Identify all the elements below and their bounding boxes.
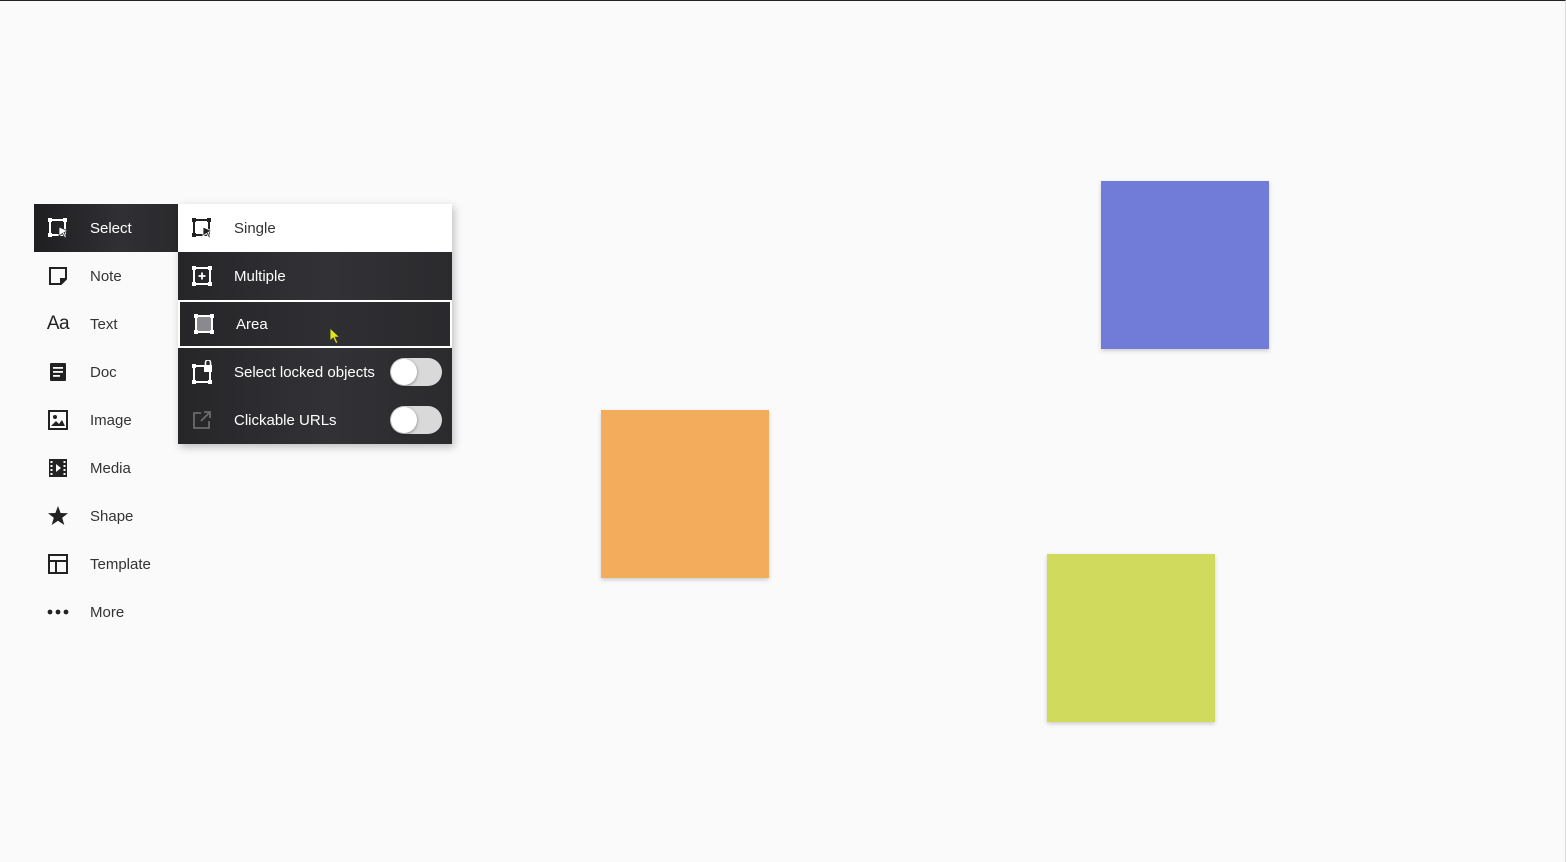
tool-doc[interactable]: Doc (34, 348, 178, 396)
select-locked-objects-row: Select locked objects (178, 348, 452, 396)
select-mode-multiple[interactable]: Multiple (178, 252, 452, 300)
more-icon (46, 600, 70, 624)
area-select-icon (192, 312, 216, 336)
text-icon: Aa (46, 313, 70, 334)
toggle-knob (391, 359, 417, 385)
tool-label: Text (90, 315, 118, 333)
template-icon (46, 552, 70, 576)
media-icon (46, 456, 70, 480)
single-select-icon (190, 216, 214, 240)
tool-label: Shape (90, 507, 134, 525)
lock-select-icon (190, 360, 214, 384)
menu-item-label: Multiple (234, 267, 286, 285)
tool-image[interactable]: Image (34, 396, 178, 444)
select-mode-single[interactable]: Single (178, 204, 452, 252)
tool-text[interactable]: Aa Text (34, 300, 178, 348)
image-icon (46, 408, 70, 432)
left-toolbar: Select Note Aa Text Doc Image Media Shap… (34, 204, 178, 636)
tool-label: Media (90, 459, 131, 477)
menu-item-label: Single (234, 219, 276, 237)
external-link-icon (190, 408, 214, 432)
tool-template[interactable]: Template (34, 540, 178, 588)
menu-item-label: Clickable URLs (234, 411, 337, 429)
sticky-note-orange[interactable] (601, 410, 769, 578)
toggle-knob (391, 407, 417, 433)
select-mode-menu: Single Multiple Area Select locked objec… (178, 204, 452, 444)
tool-more[interactable]: More (34, 588, 178, 636)
note-icon (46, 264, 70, 288)
tool-label: Select (90, 219, 132, 237)
clickable-urls-toggle[interactable] (390, 406, 442, 434)
sticky-note-purple[interactable] (1101, 181, 1269, 349)
tool-shape[interactable]: Shape (34, 492, 178, 540)
sticky-note-lime[interactable] (1047, 554, 1215, 722)
select-mode-area[interactable]: Area (178, 300, 452, 348)
select-locked-objects-toggle[interactable] (390, 358, 442, 386)
multiple-select-icon (190, 264, 214, 288)
doc-icon (46, 360, 70, 384)
star-icon (46, 504, 70, 528)
tool-label: Note (90, 267, 122, 285)
tool-label: Doc (90, 363, 117, 381)
select-icon (46, 216, 70, 240)
menu-item-label: Select locked objects (234, 363, 375, 381)
tool-label: Template (90, 555, 151, 573)
mouse-cursor-icon (329, 327, 341, 345)
menu-item-label: Area (236, 315, 268, 333)
tool-label: More (90, 603, 125, 621)
clickable-urls-row: Clickable URLs (178, 396, 452, 444)
tool-note[interactable]: Note (34, 252, 178, 300)
tool-label: Image (90, 411, 132, 429)
tool-media[interactable]: Media (34, 444, 178, 492)
whiteboard-canvas[interactable]: Select Note Aa Text Doc Image Media Shap… (0, 0, 1566, 862)
tool-select[interactable]: Select (34, 204, 178, 252)
